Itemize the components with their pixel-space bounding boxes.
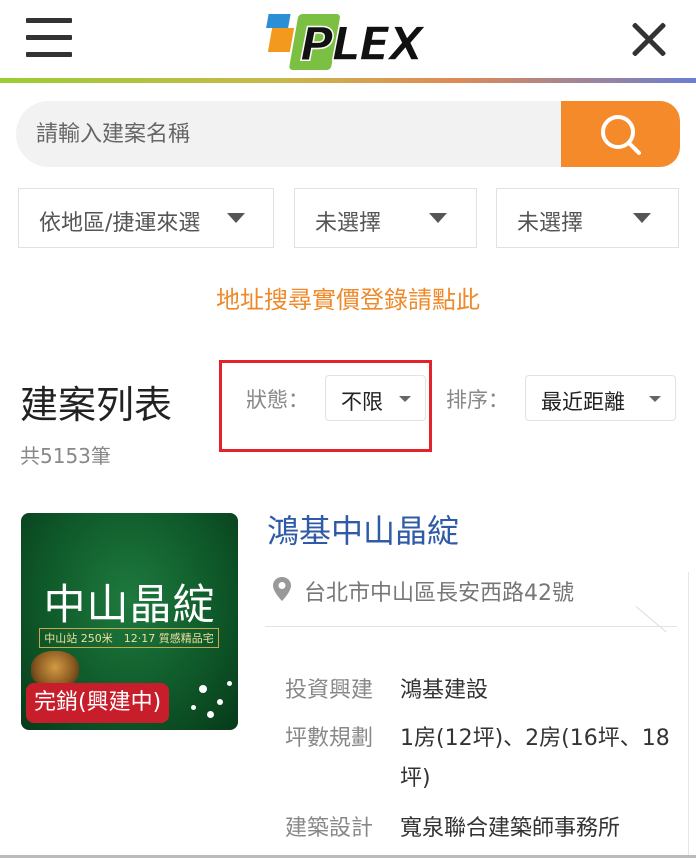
listing-address: 台北市中山區長安西路42號 bbox=[304, 581, 574, 606]
sparkle bbox=[191, 705, 196, 710]
search-bar bbox=[16, 101, 680, 167]
list-title: 建案列表 bbox=[20, 383, 173, 427]
image-tagline-band: 中山站 250米 12‧17 質感精品宅 bbox=[39, 628, 219, 648]
region-mrt-filter[interactable]: 依地區/捷運來選 bbox=[18, 188, 274, 248]
image-tagline: 中山站 250米 12‧17 質感精品宅 bbox=[44, 632, 214, 645]
developer-label: 投資興建 bbox=[285, 678, 374, 703]
close-icon[interactable] bbox=[630, 20, 668, 58]
status-badge-text: 完銷(興建中) bbox=[34, 690, 162, 715]
image-title: 中山晶綻 bbox=[43, 580, 216, 629]
sparkle bbox=[199, 685, 207, 693]
search-input[interactable] bbox=[16, 101, 576, 167]
status-badge: 完銷(興建中) bbox=[26, 683, 170, 723]
address-search-link[interactable]: 地址搜尋實價登錄請點此 bbox=[0, 280, 696, 315]
menu-icon[interactable] bbox=[26, 18, 72, 58]
architect-label: 建築設計 bbox=[285, 816, 374, 841]
listing-image[interactable]: 中山晶綻 中山站 250米 12‧17 質感精品宅 完銷(興建中) bbox=[21, 513, 238, 730]
highlight-box bbox=[219, 360, 432, 452]
sparkle bbox=[207, 711, 214, 718]
filter-label: 未選擇 bbox=[517, 211, 584, 236]
logo-text: PLEX bbox=[300, 17, 426, 71]
plex-logo[interactable]: PLEX bbox=[262, 6, 442, 72]
unit-plan-label: 坪數規劃 bbox=[285, 726, 374, 751]
filter-label: 未選擇 bbox=[315, 211, 382, 236]
caret-down-icon bbox=[649, 396, 661, 402]
search-button[interactable] bbox=[561, 101, 680, 167]
decorative-line bbox=[635, 606, 667, 633]
sort-label: 排序： bbox=[446, 388, 509, 412]
header-accent-line bbox=[0, 78, 696, 83]
sort-value: 最近距離 bbox=[541, 390, 625, 414]
unit-plan-value-cont: 坪) bbox=[400, 766, 431, 791]
sort-select[interactable]: 最近距離 bbox=[525, 375, 676, 421]
caret-down-icon bbox=[633, 213, 651, 223]
filter-select-2[interactable]: 未選擇 bbox=[294, 188, 477, 248]
caret-down-icon bbox=[429, 213, 447, 223]
developer-value: 鴻基建設 bbox=[400, 678, 489, 703]
filter-select-3[interactable]: 未選擇 bbox=[496, 188, 679, 248]
divider bbox=[265, 626, 677, 627]
search-icon bbox=[601, 115, 641, 155]
caret-down-icon bbox=[227, 213, 245, 223]
listing-title[interactable]: 鴻基中山晶綻 bbox=[267, 506, 459, 552]
divider bbox=[688, 572, 689, 858]
unit-plan-value: 1房(12坪)、2房(16坪、18 bbox=[400, 726, 670, 751]
architect-value: 寬泉聯合建築師事務所 bbox=[400, 816, 621, 841]
location-pin-icon bbox=[273, 577, 291, 601]
result-count: 共5153筆 bbox=[20, 444, 111, 468]
tiger-image bbox=[31, 651, 79, 687]
sparkle bbox=[217, 699, 223, 705]
sparkle bbox=[227, 681, 232, 686]
header: PLEX bbox=[0, 0, 696, 83]
filter-label: 依地區/捷運來選 bbox=[39, 211, 201, 236]
